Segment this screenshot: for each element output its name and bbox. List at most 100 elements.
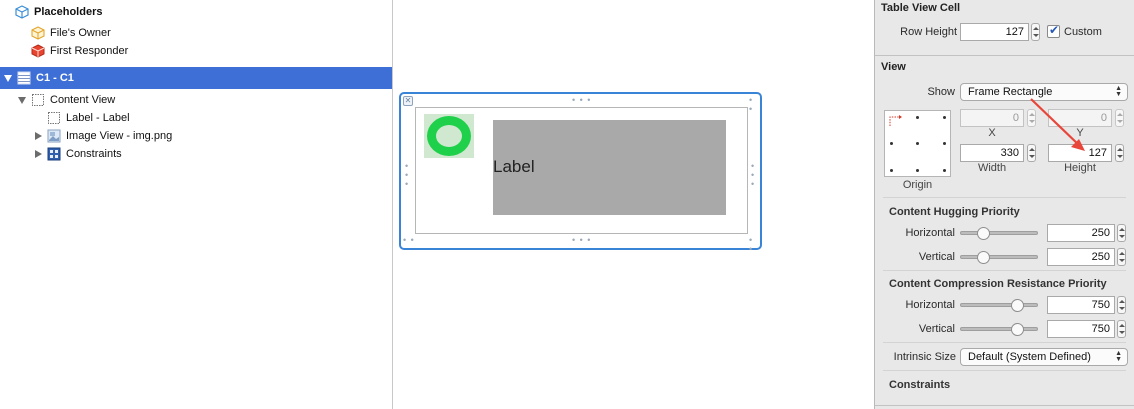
- disclosure-expanded-icon[interactable]: [17, 95, 27, 105]
- compression-vertical-label: Vertical: [918, 323, 955, 335]
- custom-checkbox-label: Custom: [1064, 26, 1102, 38]
- hugging-vertical-stepper[interactable]: [1117, 248, 1126, 266]
- outline-image-view[interactable]: Image View - img.png: [0, 127, 392, 145]
- hugging-horizontal-stepper[interactable]: [1117, 224, 1126, 242]
- label-item-label: Label - Label: [66, 112, 130, 124]
- hugging-vertical-field[interactable]: [1047, 248, 1115, 266]
- compression-vertical-stepper[interactable]: [1117, 320, 1126, 338]
- origin-dot[interactable]: [943, 116, 946, 119]
- disclosure-collapsed-icon[interactable]: [33, 149, 43, 159]
- outline-constraints[interactable]: Constraints: [0, 145, 392, 163]
- hugging-horizontal-field[interactable]: [1047, 224, 1115, 242]
- document-outline: Placeholders File's Owner First Responde…: [0, 0, 393, 409]
- origin-selector[interactable]: [884, 110, 951, 177]
- view-icon: [32, 94, 44, 106]
- compression-vertical-slider-track[interactable]: [960, 327, 1038, 331]
- intrinsic-size-popup[interactable]: Default (System Defined) ▲ ▼: [960, 348, 1128, 366]
- origin-dot[interactable]: [916, 116, 919, 119]
- hugging-horizontal-slider-track[interactable]: [960, 231, 1038, 235]
- image-view-icon: [47, 129, 61, 143]
- section-divider: [883, 342, 1126, 343]
- origin-marker-icon: [889, 115, 902, 126]
- intrinsic-size-value: Default (System Defined): [968, 351, 1091, 363]
- table-view-cell-section-title: Table View Cell: [881, 2, 961, 14]
- hugging-vertical-slider-track[interactable]: [960, 255, 1038, 259]
- compression-horizontal-label: Horizontal: [905, 299, 955, 311]
- origin-dot[interactable]: [916, 169, 919, 172]
- size-inspector: Table View Cell Row Height Custom View S…: [874, 0, 1134, 409]
- files-owner-label: File's Owner: [50, 27, 111, 39]
- origin-dot[interactable]: [890, 169, 893, 172]
- outline-first-responder[interactable]: First Responder: [0, 42, 392, 60]
- outline-content-view[interactable]: Content View: [0, 91, 392, 109]
- section-divider: [883, 270, 1126, 271]
- disclosure-collapsed-icon[interactable]: [33, 131, 43, 141]
- close-icon[interactable]: ✕: [403, 96, 413, 106]
- resize-handle-bottom-right[interactable]: • •: [749, 236, 760, 254]
- hugging-horizontal-slider-knob[interactable]: [977, 227, 990, 240]
- disclosure-expanded-icon[interactable]: [3, 73, 13, 83]
- row-height-label: Row Height: [900, 26, 957, 38]
- resize-handle-top[interactable]: • • •: [572, 96, 591, 105]
- width-label: Width: [977, 162, 1007, 174]
- show-label: Show: [927, 86, 955, 98]
- compression-horizontal-stepper[interactable]: [1117, 296, 1126, 314]
- height-stepper[interactable]: [1115, 144, 1124, 162]
- files-owner-cube-icon: [31, 26, 45, 40]
- hugging-vertical-slider-knob[interactable]: [977, 251, 990, 264]
- annotation-arrow-icon: [1030, 98, 1085, 151]
- resize-handle-left[interactable]: • • •: [405, 162, 409, 189]
- view-section-title: View: [881, 61, 906, 73]
- row-height-field[interactable]: [960, 23, 1029, 41]
- popup-arrows-icon: ▲ ▼: [1115, 350, 1122, 363]
- table-view-cell-frame[interactable]: ✕ • • • • • • • • • • • • • • • • • • Label: [399, 92, 762, 254]
- table-cell-icon: [17, 71, 31, 85]
- x-field[interactable]: [960, 109, 1024, 127]
- label-text: Label: [493, 157, 535, 176]
- popup-arrows-icon: ▲ ▼: [1115, 85, 1122, 98]
- label-view-icon: [48, 112, 60, 124]
- hugging-section-title: Content Hugging Priority: [889, 206, 1020, 218]
- label-view[interactable]: Label: [493, 120, 726, 215]
- origin-dot[interactable]: [916, 142, 919, 145]
- resize-handle-bottom-left[interactable]: • •: [403, 236, 415, 245]
- resize-handle-bottom[interactable]: • • •: [572, 236, 591, 245]
- intrinsic-size-label: Intrinsic Size: [893, 351, 956, 363]
- cell-label: C1 - C1: [36, 72, 74, 84]
- origin-dot[interactable]: [890, 142, 893, 145]
- origin-dot[interactable]: [943, 169, 946, 172]
- row-height-stepper[interactable]: [1031, 23, 1040, 41]
- outline-files-owner[interactable]: File's Owner: [0, 24, 392, 42]
- compression-vertical-field[interactable]: [1047, 320, 1115, 338]
- outline-placeholders-header[interactable]: Placeholders: [0, 3, 392, 21]
- compression-section-title: Content Compression Resistance Priority: [889, 278, 1107, 290]
- compression-horizontal-field[interactable]: [1047, 296, 1115, 314]
- section-divider: [875, 405, 1134, 406]
- height-label: Height: [1064, 162, 1096, 174]
- image-view[interactable]: [424, 114, 474, 158]
- interface-canvas: ✕ • • • • • • • • • • • • • • • • • • Label: [394, 0, 874, 409]
- first-responder-label: First Responder: [50, 45, 129, 57]
- content-view[interactable]: Label: [415, 107, 748, 234]
- hugging-horizontal-label: Horizontal: [905, 227, 955, 239]
- compression-horizontal-slider-knob[interactable]: [1011, 299, 1024, 312]
- outline-placeholders-label: Placeholders: [34, 6, 103, 18]
- compression-horizontal-slider-track[interactable]: [960, 303, 1038, 307]
- compression-vertical-slider-knob[interactable]: [1011, 323, 1024, 336]
- y-stepper[interactable]: [1115, 109, 1124, 127]
- origin-label: Origin: [902, 179, 933, 191]
- cube-icon: [15, 5, 29, 19]
- constraints-section-title: Constraints: [889, 379, 951, 391]
- width-field[interactable]: [960, 144, 1024, 162]
- custom-checkbox[interactable]: [1047, 23, 1060, 38]
- origin-dot[interactable]: [943, 142, 946, 145]
- section-divider: [883, 370, 1126, 371]
- resize-handle-right[interactable]: • • •: [751, 162, 755, 189]
- outline-cell-row[interactable]: C1 - C1: [0, 67, 392, 89]
- constraints-label: Constraints: [66, 148, 122, 160]
- outline-label-item[interactable]: Label - Label: [0, 109, 392, 127]
- green-ring-image: [427, 116, 471, 156]
- section-divider: [875, 55, 1134, 56]
- resize-handle-top-right[interactable]: • •: [749, 96, 760, 114]
- image-view-label: Image View - img.png: [66, 130, 173, 142]
